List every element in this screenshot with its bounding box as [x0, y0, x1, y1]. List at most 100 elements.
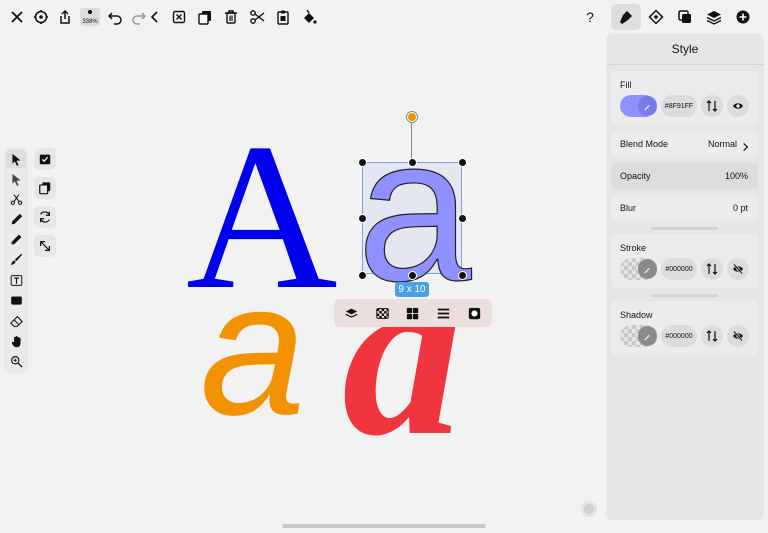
- rotate-icon: [40, 211, 50, 223]
- pencil-icon: [11, 234, 21, 244]
- eraser-tool[interactable]: [6, 312, 26, 330]
- eye-icon: [733, 103, 743, 109]
- boolean-icon[interactable]: [675, 7, 695, 27]
- zoom-level-label: 338%: [82, 19, 98, 25]
- eye-slash-icon: [733, 263, 743, 275]
- transparency-icon[interactable]: [374, 305, 390, 321]
- scissors-icon[interactable]: [247, 7, 267, 27]
- pen-tool[interactable]: [6, 210, 26, 228]
- hand-tool[interactable]: [6, 332, 26, 350]
- paint-bucket-icon[interactable]: [299, 7, 319, 27]
- stroke-visibility-button[interactable]: [727, 258, 749, 280]
- check-box-icon: [39, 154, 51, 165]
- rotate-handle-stem: [411, 121, 412, 161]
- stroke-hex-field[interactable]: #000000: [661, 258, 697, 280]
- blur-label: Blur: [620, 203, 637, 213]
- fill-visibility-button[interactable]: [727, 95, 749, 117]
- blur-value: 0 pt: [732, 203, 748, 213]
- shadow-swap-button[interactable]: [701, 325, 723, 347]
- paste-icon[interactable]: [273, 7, 293, 27]
- fill-card: Fill #8F91FF: [611, 71, 758, 125]
- select-arrow-icon: [11, 153, 21, 166]
- fill-color-swatch[interactable]: [620, 95, 657, 117]
- trash-icon[interactable]: [221, 7, 241, 27]
- rectangle-icon: [10, 295, 22, 305]
- delete-box-icon[interactable]: [169, 7, 189, 27]
- swap-icon: [706, 330, 718, 342]
- panel-title: Style: [671, 42, 699, 56]
- blend-mode-row[interactable]: Blend Mode Normal: [611, 131, 758, 157]
- shape-icon[interactable]: [646, 7, 666, 27]
- grid-icon[interactable]: [404, 305, 420, 321]
- shadow-color-swatch[interactable]: [620, 325, 657, 347]
- panel-grabber: [651, 294, 718, 297]
- style-brush-icon: [616, 7, 636, 27]
- pencil-tool[interactable]: [6, 230, 26, 248]
- rotate-handle[interactable]: [407, 112, 417, 122]
- eyedropper-icon[interactable]: [638, 96, 657, 116]
- chevron-right-icon: [741, 139, 750, 157]
- chevron-left-icon[interactable]: [145, 7, 165, 27]
- fill-swap-button[interactable]: [701, 95, 723, 117]
- rectangle-tool[interactable]: [6, 291, 26, 309]
- stroke-swap-button[interactable]: [701, 258, 723, 280]
- zoom-level-badge[interactable]: 338%: [80, 8, 100, 26]
- resize-handle-tr[interactable]: [458, 158, 467, 167]
- fill-label: Fill: [620, 80, 632, 90]
- home-indicator: [282, 524, 486, 528]
- stroke-card: Stroke #000000: [611, 234, 758, 288]
- assistive-dot: [584, 504, 594, 514]
- shadow-hex-field[interactable]: #000000: [661, 325, 697, 347]
- tab-style[interactable]: [611, 4, 641, 30]
- stroke-color-swatch[interactable]: [620, 258, 657, 280]
- duplicate-icon[interactable]: [195, 7, 215, 27]
- text-tool[interactable]: [6, 271, 26, 289]
- pen-icon: [11, 213, 22, 224]
- share-icon[interactable]: [55, 7, 75, 27]
- blend-mode-label: Blend Mode: [620, 139, 669, 149]
- resize-handle-tl[interactable]: [358, 158, 367, 167]
- resize-icon: [40, 241, 50, 251]
- panel-divider: [606, 64, 764, 65]
- add-icon[interactable]: [733, 7, 753, 27]
- scissors-cut-tool[interactable]: [6, 190, 26, 208]
- select-arrow-tool[interactable]: [6, 150, 26, 168]
- glyph-a-red[interactable]: a: [342, 232, 462, 472]
- resize-handle-tc[interactable]: [408, 158, 417, 167]
- opacity-value: 100%: [724, 171, 748, 181]
- eyedropper-icon[interactable]: [638, 326, 657, 346]
- fill-hex-value: #8F91FF: [664, 102, 694, 110]
- help-button[interactable]: ?: [580, 7, 600, 27]
- opacity-slider[interactable]: Opacity 100%: [611, 163, 758, 189]
- eye-slash-icon: [733, 330, 743, 342]
- close-icon[interactable]: [7, 7, 27, 27]
- shadow-card: Shadow #000000: [611, 301, 758, 355]
- check-box-button[interactable]: [34, 148, 56, 170]
- zoom-tool[interactable]: [6, 352, 26, 370]
- mask-icon[interactable]: [466, 305, 482, 321]
- stroke-hex-value: #000000: [665, 265, 693, 273]
- direct-select-tool[interactable]: [6, 170, 26, 188]
- copy-button[interactable]: [34, 177, 56, 199]
- blur-slider[interactable]: Blur 0 pt: [611, 195, 758, 221]
- layers-icon[interactable]: [704, 7, 724, 27]
- rotate-button[interactable]: [34, 206, 56, 228]
- shadow-visibility-button[interactable]: [727, 325, 749, 347]
- direct-select-icon: [11, 173, 21, 186]
- align-icon[interactable]: [435, 305, 451, 321]
- glyph-a-orange[interactable]: a: [200, 254, 306, 444]
- shadow-hex-value: #000000: [665, 332, 693, 340]
- undo-icon[interactable]: [105, 7, 125, 27]
- layers-icon[interactable]: [343, 305, 359, 321]
- swap-icon: [706, 263, 718, 275]
- eraser-icon: [9, 315, 23, 327]
- zoom-icon: [10, 355, 23, 368]
- settings-gear-icon[interactable]: [31, 7, 51, 27]
- scissors-cut-icon: [10, 193, 22, 205]
- resize-button[interactable]: [34, 235, 56, 257]
- assistive-touch-button[interactable]: [581, 501, 597, 517]
- eyedropper-icon[interactable]: [638, 259, 657, 279]
- fill-hex-field[interactable]: #8F91FF: [661, 95, 697, 117]
- selection-context-bar: [334, 299, 492, 327]
- brush-tool[interactable]: [6, 250, 26, 268]
